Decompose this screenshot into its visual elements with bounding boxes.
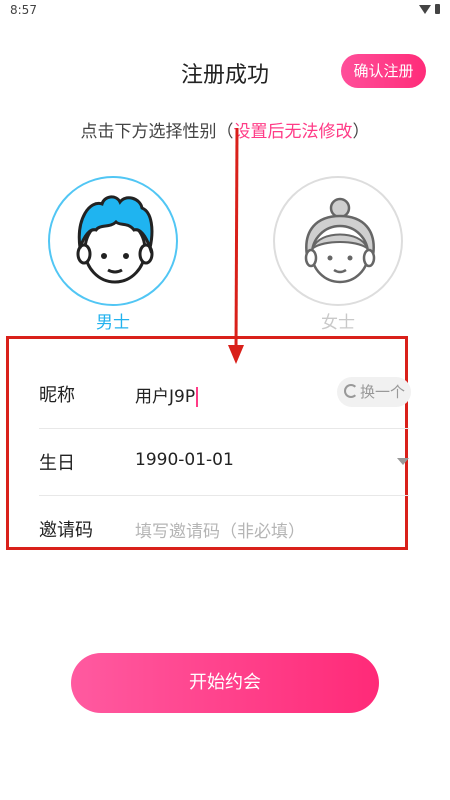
nickname-label: 昵称: [39, 385, 75, 406]
invite-code-row: 邀请码 填写邀请码（非必填）: [39, 495, 409, 561]
nickname-input[interactable]: 用户J9P: [135, 382, 199, 407]
regenerate-label: 换一个: [360, 383, 406, 401]
nickname-value: 用户J9P: [135, 387, 196, 407]
invite-code-input[interactable]: 填写邀请码（非必填）: [135, 517, 305, 542]
nickname-row: 昵称 用户J9P 换一个: [39, 361, 411, 427]
text-cursor: [196, 387, 199, 407]
start-dating-button[interactable]: 开始约会: [71, 653, 379, 713]
refresh-icon: [344, 384, 358, 398]
dropdown-arrow-icon[interactable]: [397, 458, 409, 465]
birthday-label: 生日: [39, 453, 75, 474]
birthday-row[interactable]: 生日 1990-01-01: [39, 428, 409, 494]
invite-code-label: 邀请码: [39, 520, 93, 541]
regenerate-nickname-button[interactable]: 换一个: [337, 377, 411, 407]
annotation-highlight-box: 昵称 用户J9P 换一个 生日 1990-01-01 邀请码 填写邀请码（非必填…: [6, 336, 411, 550]
birthday-value[interactable]: 1990-01-01: [135, 450, 234, 470]
